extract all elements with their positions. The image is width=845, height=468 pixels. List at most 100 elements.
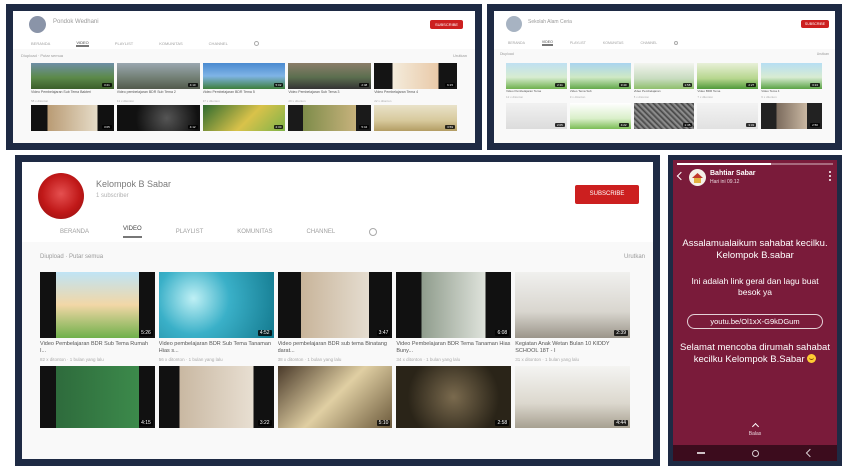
video-card[interactable]: 4:10 Video pembelajaran BDR Sub Tema 2 4… — [116, 63, 200, 103]
video-card[interactable]: 4:15 — [40, 366, 155, 428]
video-card[interactable]: 5:02 Video Pembelajaran BDR Tema 5 37 x … — [202, 63, 286, 103]
subscribe-button[interactable]: SUBSCRIBE — [430, 20, 463, 29]
video-title[interactable]: Video Pembelajaran BDR Tema 5 — [203, 90, 286, 99]
reply-area[interactable]: Balas — [673, 422, 837, 437]
video-card[interactable]: 3:40 Video Tema Sub 9 x ditonton — [569, 63, 631, 99]
tab-video[interactable]: VIDEO — [541, 40, 553, 46]
tab-channel[interactable]: CHANNEL — [209, 41, 228, 46]
video-card[interactable]: 1:58 Video Pembelajaran 8 x ditonton — [633, 63, 695, 99]
video-thumbnail[interactable]: 5:44 — [288, 105, 372, 131]
video-thumbnail[interactable]: 4:22 — [569, 103, 631, 129]
video-card[interactable]: 2:11 Video Pembelajaran Tema 12 x ditont… — [506, 63, 567, 99]
sort-uploaded[interactable]: Diupload · Putar semua — [21, 53, 63, 58]
video-thumbnail[interactable]: 1:45 — [633, 103, 695, 129]
more-menu-icon[interactable] — [829, 171, 831, 182]
video-card[interactable]: 3:13 Video Tema 4 6 x ditonton — [761, 63, 822, 99]
channel-avatar[interactable] — [506, 16, 522, 32]
sort-uploaded[interactable]: Diupload — [500, 52, 514, 56]
back-arrow-icon[interactable] — [676, 171, 686, 181]
video-thumbnail[interactable]: 2:48 — [288, 63, 372, 89]
video-thumbnail[interactable]: 2:58 — [396, 366, 512, 428]
video-thumbnail[interactable]: 2:11 — [506, 63, 567, 89]
video-thumbnail[interactable]: 5:10 — [277, 366, 393, 428]
tab-beranda[interactable]: BERANDA — [60, 229, 89, 235]
story-link[interactable]: youtu.be/Ol1xX-G9kDGum — [687, 314, 823, 329]
video-card[interactable]: 3:31 — [697, 103, 759, 129]
video-title[interactable]: Kegiatan Anak Wetan Bulan 10 KIDDY SCHOO… — [515, 341, 630, 355]
search-icon[interactable] — [253, 40, 259, 46]
nav-back-icon[interactable] — [805, 448, 815, 458]
video-thumbnail[interactable]: 5:26 — [40, 272, 155, 338]
tab-playlist[interactable]: PLAYLIST — [115, 41, 133, 46]
video-card[interactable]: 4:22 — [569, 103, 631, 129]
video-card[interactable]: 1:45 — [633, 103, 695, 129]
video-thumbnail[interactable]: 2:05 — [506, 103, 567, 129]
video-thumbnail[interactable]: 4:12 — [116, 105, 200, 131]
video-thumbnail[interactable]: 3:59 — [374, 105, 457, 131]
tab-channel[interactable]: CHANNEL — [307, 229, 336, 235]
tab-beranda[interactable]: BERANDA — [508, 41, 525, 45]
video-card[interactable]: 6:15 Video Pembelajaran Tema 4 22 x dito… — [374, 63, 457, 103]
video-card[interactable]: 2:05 — [506, 103, 567, 129]
video-card[interactable]: 3:21 Video Pembelajaran Sub Tema Bakteri… — [31, 63, 114, 103]
video-thumbnail[interactable]: 3:21 — [31, 63, 114, 89]
tab-video[interactable]: VIDEO — [76, 40, 89, 47]
nav-recents-icon[interactable] — [696, 452, 705, 454]
video-card[interactable]: 5:10 — [277, 366, 393, 428]
video-card[interactable]: 6:08 Video Pembelajaran BDR Tema Tanaman… — [396, 272, 512, 362]
tab-komunitas[interactable]: KOMUNITAS — [159, 41, 182, 46]
video-thumbnail[interactable]: 6:08 — [396, 272, 512, 338]
channel-avatar[interactable] — [29, 16, 46, 33]
video-thumbnail[interactable]: 4:15 — [40, 366, 155, 428]
channel-avatar[interactable] — [38, 173, 84, 219]
story-avatar[interactable] — [689, 169, 706, 186]
video-card[interactable]: 2:39 Kegiatan Anak Wetan Bulan 10 KIDDY … — [515, 272, 630, 362]
video-title[interactable]: Video Pembelajaran Sub Tema Bakteri — [31, 90, 114, 99]
tab-komunitas[interactable]: KOMUNITAS — [237, 229, 272, 235]
video-thumbnail[interactable]: 3:22 — [158, 366, 274, 428]
video-thumbnail[interactable]: 4:44 — [515, 366, 630, 428]
tab-playlist[interactable]: PLAYLIST — [570, 41, 586, 45]
search-icon[interactable] — [369, 228, 378, 236]
video-thumbnail[interactable]: 1:58 — [633, 63, 695, 89]
search-icon[interactable] — [674, 41, 679, 45]
tab-channel[interactable]: CHANNEL — [640, 41, 657, 45]
tab-beranda[interactable]: BERANDA — [31, 41, 50, 46]
video-card[interactable]: 5:26 Video Pembelajaran BDR Sub Tema Rum… — [40, 272, 155, 362]
video-title[interactable]: Video Pembelajaran Tema 4 — [374, 90, 457, 99]
video-thumbnail[interactable]: 3:40 — [569, 63, 631, 89]
tab-komunitas[interactable]: KOMUNITAS — [603, 41, 624, 45]
video-card[interactable]: 3:22 — [158, 366, 274, 428]
video-card[interactable]: 2:27 Video BDR Tema 7 x ditonton — [697, 63, 759, 99]
video-card[interactable]: 2:48 Video Pembelajaran Sub Tema 3 29 x … — [288, 63, 372, 103]
video-thumbnail[interactable]: 3:13 — [761, 63, 822, 89]
video-card[interactable]: 4:44 — [515, 366, 630, 428]
video-thumbnail[interactable]: 2:50 — [761, 103, 822, 129]
subscribe-button[interactable]: SUBSCRIBE — [801, 20, 829, 28]
video-thumbnail[interactable]: 4:52 — [158, 272, 274, 338]
video-card[interactable]: 2:58 — [396, 366, 512, 428]
video-card[interactable]: 2:30 — [202, 105, 286, 131]
video-thumbnail[interactable]: 5:02 — [202, 63, 286, 89]
video-title[interactable]: Video pembelajaran BDR Sub Tema 2 — [117, 90, 200, 99]
video-thumbnail[interactable]: 2:30 — [202, 105, 286, 131]
video-thumbnail[interactable]: 2:39 — [515, 272, 630, 338]
nav-home-icon[interactable] — [752, 449, 760, 457]
tab-video[interactable]: VIDEO — [123, 226, 142, 238]
sort-by-button[interactable]: Urutkan — [624, 254, 645, 260]
video-thumbnail[interactable]: 3:31 — [697, 103, 759, 129]
video-card[interactable]: 2:50 — [761, 103, 822, 129]
video-card[interactable]: 3:05 — [31, 105, 114, 131]
video-title[interactable]: Video Pembelajaran Sub Tema 3 — [288, 90, 371, 99]
sort-by-button[interactable]: Urutkan — [453, 53, 467, 58]
video-title[interactable]: Video Pembelajaran BDR Tema Tanaman Hias… — [396, 341, 511, 355]
video-thumbnail[interactable]: 2:27 — [697, 63, 759, 89]
video-thumbnail[interactable]: 3:47 — [277, 272, 393, 338]
video-card[interactable]: 5:44 — [288, 105, 372, 131]
video-title[interactable]: Video pembelajaran BDR sub tema Binatang… — [278, 341, 393, 355]
video-title[interactable]: Video Pembelajaran BDR Sub Tema Rumah I.… — [40, 341, 155, 355]
tab-playlist[interactable]: PLAYLIST — [176, 229, 204, 235]
video-thumbnail[interactable]: 3:05 — [31, 105, 114, 131]
sort-uploaded[interactable]: Diupload · Putar semua — [40, 254, 103, 260]
video-card[interactable]: 3:59 — [374, 105, 457, 131]
